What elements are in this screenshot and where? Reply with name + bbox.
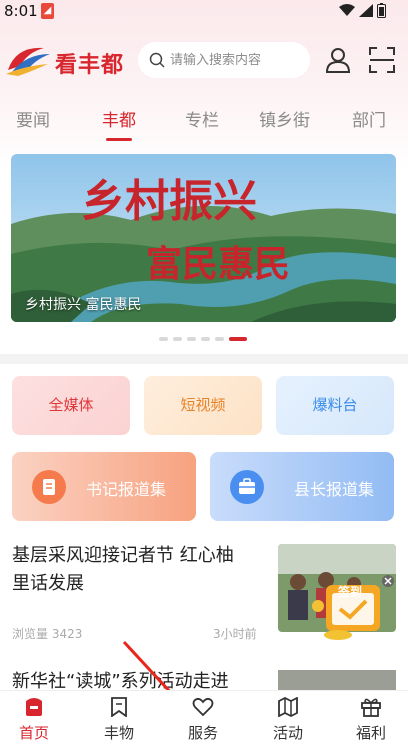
status-bar: 8:01 ◢	[0, 0, 408, 24]
signal-icon	[359, 4, 373, 17]
secretary-reports-button[interactable]: 书记报道集	[12, 452, 196, 521]
status-time: 8:01	[4, 2, 38, 20]
banner-headline-1: 乡村振兴	[81, 176, 257, 227]
nav-activity[interactable]: 活动	[258, 691, 318, 744]
news-views: 浏览量 3423	[12, 625, 82, 642]
tab-bumen[interactable]: 部门	[352, 106, 386, 131]
views-label: 浏览量	[12, 627, 49, 641]
banner-caption: 乡村振兴 富民惠民	[25, 297, 142, 313]
county-head-reports-button[interactable]: 县长报道集	[210, 452, 394, 521]
active-tab-indicator	[106, 138, 132, 141]
status-icons	[339, 3, 386, 18]
nav-fengwu-label: 丰物	[103, 724, 134, 742]
carousel-dot-active[interactable]	[229, 337, 247, 341]
news-title[interactable]: 基层采风迎接记者节 红心柚 里话发展	[12, 542, 268, 598]
nav-activity-label: 活动	[272, 724, 303, 742]
header-background	[0, 0, 408, 170]
news-title-line: 里话发展	[12, 573, 84, 594]
map-icon	[278, 697, 298, 717]
nav-service-label: 服务	[187, 724, 218, 742]
tab-fengdu[interactable]: 丰都	[102, 106, 136, 131]
carousel-dot[interactable]	[173, 337, 182, 341]
carousel-dot[interactable]	[159, 337, 168, 341]
views-count: 3423	[51, 627, 83, 641]
carousel-dot[interactable]	[215, 337, 224, 341]
nav-service[interactable]: 服务	[173, 691, 233, 744]
gift-icon	[361, 698, 381, 717]
battery-icon	[377, 3, 386, 18]
signin-label: 签到	[338, 585, 363, 599]
bookmark-icon	[111, 697, 127, 717]
nav-fengwu[interactable]: 丰物	[89, 691, 149, 744]
nav-home[interactable]: 首页	[4, 691, 64, 744]
carousel-dot[interactable]	[187, 337, 196, 341]
user-icon[interactable]	[324, 46, 352, 74]
secretary-reports-label: 书记报道集	[86, 480, 167, 499]
search-box[interactable]	[138, 42, 310, 78]
carousel-dot[interactable]	[201, 337, 210, 341]
logo-emblem-icon	[6, 47, 50, 76]
news-time: 3小时前	[213, 627, 257, 641]
signin-floating-badge[interactable]: 签到	[318, 575, 396, 643]
home-icon	[26, 698, 42, 716]
news-thumbnail[interactable]	[278, 670, 396, 690]
tab-yaowen[interactable]: 要闻	[16, 106, 50, 131]
wifi-icon	[339, 4, 355, 16]
carousel-indicator	[159, 337, 247, 341]
tab-zhenxiangjie[interactable]: 镇乡街	[259, 106, 310, 131]
heart-icon	[192, 697, 214, 717]
notification-app-icon: ◢	[41, 3, 54, 19]
bottom-navigation: 首页 丰物 服务 活动 福利	[0, 690, 408, 744]
channel-tabs: 要闻 丰都 专栏 镇乡街 部门	[0, 98, 408, 144]
briefcase-icon	[230, 470, 264, 504]
nav-welfare-label: 福利	[355, 724, 386, 742]
short-video-button[interactable]: 短视频	[144, 376, 262, 435]
nav-welfare[interactable]: 福利	[341, 691, 401, 744]
search-icon	[149, 52, 165, 68]
search-input[interactable]	[170, 42, 304, 78]
tip-off-button[interactable]: 爆料台	[276, 376, 394, 435]
section-divider	[0, 354, 408, 364]
scan-icon[interactable]	[368, 46, 396, 74]
news-title-line: 基层采风迎接记者节 红心柚	[12, 545, 234, 566]
county-head-reports-label: 县长报道集	[294, 480, 375, 499]
document-icon	[32, 470, 66, 504]
banner-headline-2: 富民惠民	[146, 243, 290, 285]
app-header: 看丰都	[0, 36, 408, 84]
logo-text: 看丰都	[55, 52, 125, 78]
nav-home-label: 首页	[18, 724, 49, 742]
app-logo: 看丰都	[4, 40, 132, 80]
all-media-button[interactable]: 全媒体	[12, 376, 130, 435]
tab-zhuanlan[interactable]: 专栏	[185, 106, 219, 131]
banner-carousel[interactable]: 乡村振兴 富民惠民 乡村振兴 富民惠民	[11, 154, 396, 322]
